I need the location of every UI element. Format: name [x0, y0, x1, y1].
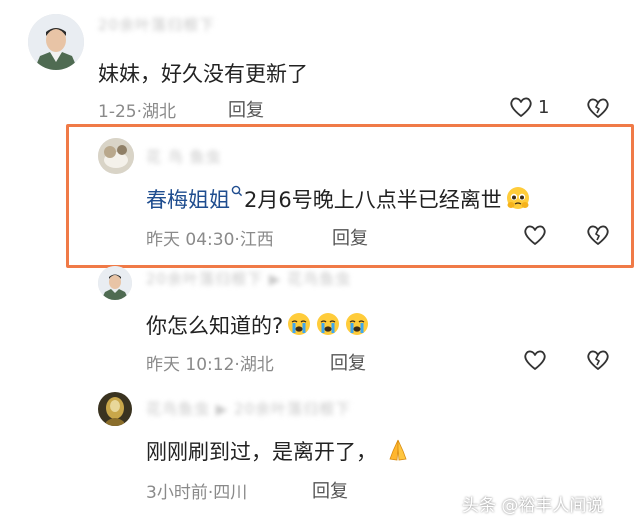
comment-location: 湖北	[239, 355, 274, 375]
comment-location: 江西	[239, 230, 274, 250]
reply-button[interactable]: 回复	[332, 224, 368, 250]
watermark: 头条 @裕丰人间说	[462, 496, 604, 516]
comment-date: 昨天 04:30	[146, 230, 235, 250]
folded-hands-emoji-icon	[389, 439, 407, 461]
avatar[interactable]	[28, 14, 84, 70]
avatar[interactable]	[98, 138, 134, 174]
like-count: 1	[538, 96, 550, 118]
loudly-crying-emoji-icon	[288, 313, 311, 335]
comment-meta: 昨天 10:12·湖北	[146, 350, 274, 375]
comment-location: 四川	[213, 483, 248, 503]
comment-text-line: 春梅姐姐 2月6号晚上八点半已经离世	[146, 184, 531, 214]
username-hidden[interactable]: 20余叶落归根下 ▶ 花鸟鱼虫	[146, 268, 351, 289]
avatar[interactable]	[98, 392, 132, 426]
comment-text-line: 刚刚刷到过，是离开了，	[146, 436, 411, 466]
comment-meta: 3小时前·四川	[146, 478, 247, 503]
pleading-face-emoji-icon	[506, 187, 529, 209]
mention-link[interactable]: 春梅姐姐	[146, 188, 230, 212]
comment-meta: 昨天 04:30·江西	[146, 225, 274, 250]
comment-text: 你怎么知道的?	[146, 314, 284, 338]
comment-date: 3小时前	[146, 483, 208, 503]
heart-icon[interactable]	[522, 348, 548, 372]
username-hidden[interactable]: 花 鸟 鱼虫	[146, 146, 222, 167]
comment-text: 妹妹，好久没有更新了	[98, 62, 308, 86]
reply-button[interactable]: 回复	[228, 96, 264, 122]
broken-heart-icon[interactable]	[585, 223, 611, 247]
loudly-crying-emoji-icon	[317, 313, 340, 335]
reply-button[interactable]: 回复	[312, 477, 348, 503]
heart-icon	[510, 97, 532, 117]
comment-text: 2月6号晚上八点半已经离世	[244, 188, 502, 212]
comment-location: 湖北	[142, 102, 176, 122]
comment-date: 1-25	[98, 102, 137, 122]
search-icon	[231, 185, 243, 197]
broken-heart-icon[interactable]	[585, 96, 611, 120]
loudly-crying-emoji-icon	[346, 313, 369, 335]
comment-text: 刚刚刷到过，是离开了，	[146, 440, 377, 464]
username-hidden[interactable]: 花鸟鱼虫 ▶ 20余叶落归根下	[146, 398, 351, 419]
comment-text-line: 你怎么知道的?	[146, 310, 370, 340]
reply-button[interactable]: 回复	[330, 349, 366, 375]
comment-meta: 1-25·湖北	[98, 97, 176, 122]
comment-date: 昨天 10:12	[146, 355, 235, 375]
like-button[interactable]: 1	[508, 95, 549, 119]
broken-heart-icon[interactable]	[585, 348, 611, 372]
avatar[interactable]	[98, 266, 132, 300]
username-hidden[interactable]: 20余叶落归根下	[98, 14, 215, 35]
heart-icon[interactable]	[522, 223, 548, 247]
